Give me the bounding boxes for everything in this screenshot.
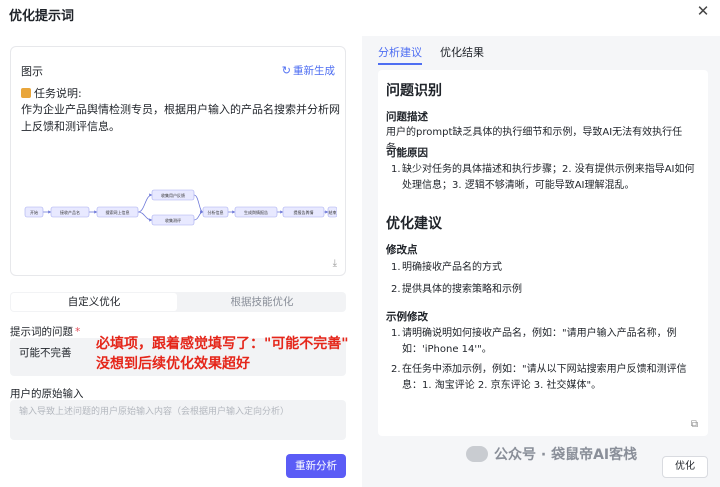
optimize-button[interactable]: 优化 [662, 456, 708, 478]
watermark-text: 公众号 · 袋鼠帝AI客栈 [494, 447, 638, 463]
section-suggestion-title: 优化建议 [386, 216, 442, 232]
change-item-text: 明确接收产品名的方式 [402, 262, 502, 273]
problem-desc-title: 问题描述 [386, 111, 428, 123]
flow-label-collect-review: 收集测评 [165, 217, 181, 223]
title-bar: 优化提示词 ✕ [0, 0, 720, 36]
mode-tabs: 自定义优化 根据技能优化 [10, 292, 346, 312]
prompt-issue-value: 可能不完善 [19, 347, 72, 359]
left-panel: 图示 ↻ 重新生成 任务说明: 作为企业产品舆情检测专员，根据用户输入的产品名搜索… [0, 36, 356, 487]
wechat-logo-icon [466, 446, 488, 462]
example-item: 1. 请明确说明如何接收产品名，例如："请用户输入产品名称，例如：'iPhone … [391, 328, 677, 355]
preview-card-title: 图示 [21, 65, 43, 78]
changes-title: 修改点 [386, 244, 418, 256]
reanalyze-button[interactable]: 重新分析 [286, 454, 346, 478]
regenerate-label: 重新生成 [293, 65, 335, 77]
original-input-label: 用户的原始输入 [10, 388, 84, 400]
example-item-text: 请明确说明如何接收产品名，例如："请用户输入产品名称，例如：'iPhone 14… [402, 328, 677, 355]
original-input-placeholder: 输入导致上述问题的用户原始输入内容（会根据用户输入定向分析） [19, 407, 290, 417]
flow-label-end: 结束 [329, 209, 337, 215]
change-item-text: 提供具体的搜索策略和示例 [402, 284, 522, 295]
prompt-issue-label-text: 提示词的问题 [10, 326, 73, 338]
flow-label-report: 生成舆情报告 [244, 209, 268, 215]
flow-label-search: 搜索网上信息 [106, 209, 130, 215]
annotation-line-1: 必填项，跟着感觉填写了："可能不完善" [96, 336, 349, 352]
tab-analysis[interactable]: 分析建议 [378, 44, 422, 60]
tab-result[interactable]: 优化结果 [440, 44, 484, 60]
task-heading-text: 任务说明: [34, 87, 82, 100]
change-item: 1. 明确接收产品名的方式 [391, 262, 502, 273]
required-mark: * [75, 326, 81, 338]
active-tab-indicator [378, 63, 422, 65]
preview-card: 图示 ↻ 重新生成 任务说明: 作为企业产品舆情检测专员，根据用户输入的产品名搜索… [10, 46, 346, 276]
flow-label-start: 开始 [30, 209, 38, 215]
watermark: 公众号 · 袋鼠帝AI客栈 [466, 444, 637, 464]
task-heading: 任务说明: [21, 85, 82, 101]
annotation-line-2: 没想到后续优化效果超好 [96, 356, 250, 372]
window-title: 优化提示词 [9, 9, 75, 24]
task-description: 作为企业产品舆情检测专员，根据用户输入的产品名搜索并分析网上反馈和测评信息。 [21, 103, 340, 133]
tab-skill-optimize[interactable]: 根据技能优化 [179, 293, 345, 311]
change-item: 2. 提供具体的搜索策略和示例 [391, 284, 522, 295]
close-icon[interactable]: ✕ [694, 2, 712, 20]
flow-label-analyze: 分析信息 [208, 209, 224, 215]
problem-desc: 用户的prompt缺乏具体的执行细节和示例，导致AI无法有效执行任务。 [386, 127, 683, 154]
cause-item: 1. 缺少对任务的具体描述和执行步骤；2. 没有提供示例来指导AI如何处理信息；3… [391, 164, 695, 191]
original-input-field[interactable]: 输入导致上述问题的用户原始输入内容（会根据用户输入定向分析） [10, 400, 346, 440]
analysis-panel: 问题识别 问题描述 用户的prompt缺乏具体的执行细节和示例，导致AI无法有效… [378, 70, 708, 436]
tab-custom-optimize[interactable]: 自定义优化 [11, 293, 177, 311]
flow-label-submit: 提报告舆情 [294, 209, 314, 215]
flow-label-collect-feedback: 收集用户反馈 [161, 192, 185, 198]
right-panel: 分析建议 优化结果 问题识别 问题描述 用户的prompt缺乏具体的执行细节和示… [362, 36, 720, 487]
causes-title: 可能原因 [386, 147, 428, 159]
examples-title: 示例修改 [386, 311, 428, 323]
example-item: 2. 在任务中添加示例，例如："请从以下网站搜索用户反馈和测评信息：1. 淘宝评论… [391, 364, 687, 391]
flow-label-receive: 接收产品名 [60, 209, 80, 215]
pen-icon [21, 88, 31, 98]
example-item-text: 在任务中添加示例，例如："请从以下网站搜索用户反馈和测评信息：1. 淘宝评论 2… [402, 364, 687, 391]
regenerate-button[interactable]: ↻ 重新生成 [282, 63, 335, 78]
section-problem-title: 问题识别 [386, 83, 442, 99]
download-icon[interactable]: ⤓ [333, 258, 337, 269]
copy-icon[interactable]: ⧉ [691, 419, 698, 430]
refresh-icon: ↻ [281, 64, 291, 77]
prompt-issue-label: 提示词的问题 * [10, 324, 80, 339]
flow-diagram: 开始 接收产品名 搜索网上信息 收集用户反馈 收集测评 分析信息 生成舆情报告 … [24, 189, 337, 226]
cause-item-text: 缺少对任务的具体描述和执行步骤；2. 没有提供示例来指导AI如何处理信息；3. … [402, 164, 695, 191]
red-annotation: 必填项，跟着感觉填写了："可能不完善" 没想到后续优化效果超好 [96, 334, 349, 374]
